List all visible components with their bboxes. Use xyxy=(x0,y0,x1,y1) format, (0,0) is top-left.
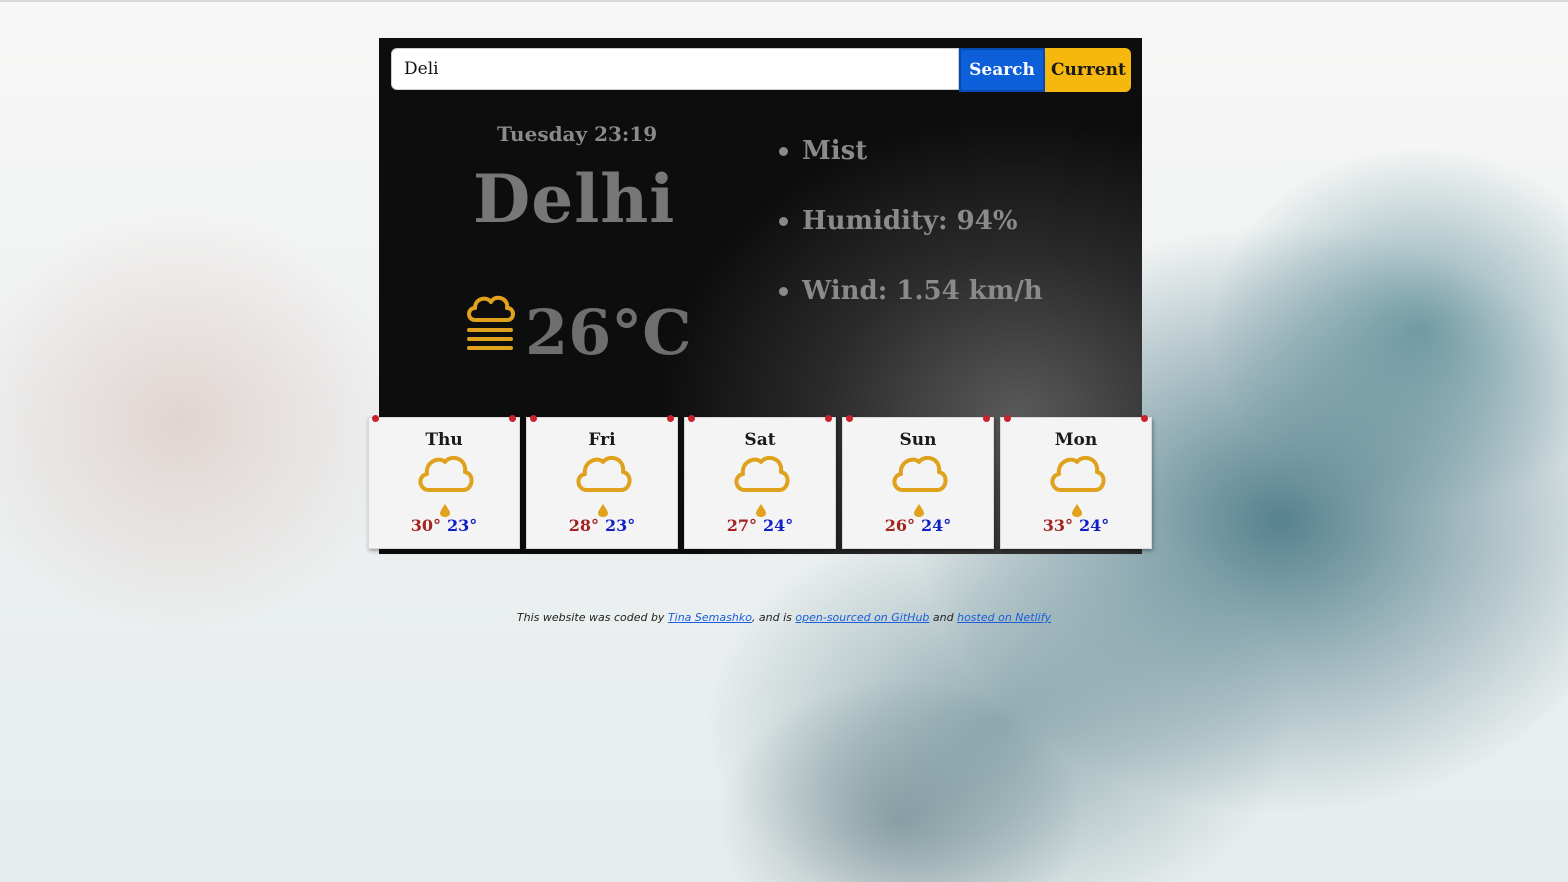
pin-icon xyxy=(1004,415,1011,422)
footer-text: , and is xyxy=(751,611,796,624)
temperature-value: 26 xyxy=(525,296,612,369)
detail-humidity: Humidity: 94% xyxy=(779,206,1043,236)
forecast-temps: 30° 23° xyxy=(369,516,519,535)
high-temp: 30° xyxy=(410,516,441,535)
top-border xyxy=(0,0,1568,2)
pin-icon xyxy=(667,415,674,422)
cloud-icon xyxy=(892,455,948,492)
low-temp: 24° xyxy=(1079,516,1110,535)
forecast-day: Mon xyxy=(1054,430,1098,450)
city-search-input[interactable] xyxy=(391,48,959,90)
footer-text: and xyxy=(929,611,958,624)
pin-icon xyxy=(530,415,537,422)
forecast-card: Mon 33° 24° xyxy=(1000,415,1152,549)
description-text: Mist xyxy=(802,136,868,166)
high-temp: 27° xyxy=(726,516,757,535)
current-temperature: 26°C xyxy=(525,296,692,369)
low-temp: 24° xyxy=(921,516,952,535)
detail-wind: Wind: 1.54 km/h xyxy=(779,276,1043,306)
forecast-temps: 28° 23° xyxy=(527,516,677,535)
pin-icon xyxy=(688,415,695,422)
cloud-icon xyxy=(734,455,790,492)
bullet xyxy=(779,286,788,296)
forecast-temps: 27° 24° xyxy=(685,516,835,535)
footer: This website was coded by Tina Semashko,… xyxy=(0,611,1568,624)
cloud-icon xyxy=(418,455,474,492)
author-link[interactable]: Tina Semashko xyxy=(668,611,752,624)
forecast-card: Sat 27° 24° xyxy=(684,415,836,549)
forecast-card: Thu 30° 23° xyxy=(368,415,520,549)
forecast-day: Fri xyxy=(588,430,616,450)
weather-details: Mist Humidity: 94% Wind: 1.54 km/h xyxy=(779,136,1043,346)
forecast-day: Sun xyxy=(899,430,937,450)
footer-text: This website was coded by xyxy=(516,611,668,624)
forecast-day: Thu xyxy=(425,430,463,450)
wind-text: Wind: 1.54 km/h xyxy=(802,276,1043,306)
search-button[interactable]: Search xyxy=(959,48,1045,92)
temperature-unit: °C xyxy=(611,296,692,369)
search-form: Search Current xyxy=(391,48,1131,92)
cloud-icon xyxy=(576,455,632,492)
cloud-icon xyxy=(1050,455,1106,492)
pin-icon xyxy=(825,415,832,422)
city-name: Delhi xyxy=(473,160,676,238)
low-temp: 23° xyxy=(605,516,636,535)
pin-icon xyxy=(846,415,853,422)
high-temp: 33° xyxy=(1042,516,1073,535)
humidity-text: Humidity: 94% xyxy=(802,206,1018,236)
low-temp: 23° xyxy=(447,516,478,535)
github-link[interactable]: open-sourced on GitHub xyxy=(795,611,929,624)
pin-icon xyxy=(1141,415,1148,422)
high-temp: 26° xyxy=(884,516,915,535)
pin-icon xyxy=(372,415,379,422)
low-temp: 24° xyxy=(763,516,794,535)
mist-icon xyxy=(467,295,515,350)
high-temp: 28° xyxy=(568,516,599,535)
pin-icon xyxy=(983,415,990,422)
detail-description: Mist xyxy=(779,136,1043,166)
forecast-day: Sat xyxy=(744,430,776,450)
forecast-temps: 26° 24° xyxy=(843,516,993,535)
forecast-card: Fri 28° 23° xyxy=(526,415,678,549)
current-location-button[interactable]: Current xyxy=(1045,48,1131,92)
pin-icon xyxy=(509,415,516,422)
forecast-row: Thu 30° 23° Fri 28° 23° Sat 27° 24° Sun 26°… xyxy=(367,415,1157,551)
current-datetime: Tuesday 23:19 xyxy=(497,122,658,146)
bullet xyxy=(779,216,788,226)
forecast-temps: 33° 24° xyxy=(1001,516,1151,535)
forecast-card: Sun 26° 24° xyxy=(842,415,994,549)
bullet xyxy=(779,146,788,156)
netlify-link[interactable]: hosted on Netlify xyxy=(957,611,1051,624)
